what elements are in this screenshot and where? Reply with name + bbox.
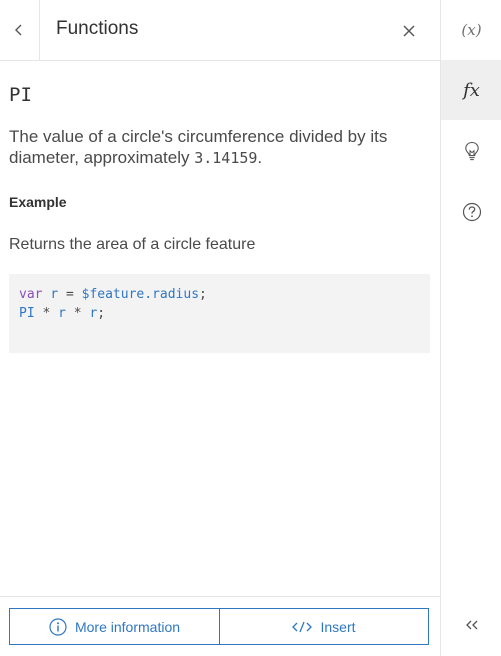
collapse-button[interactable]: [441, 610, 501, 640]
function-description: The value of a circle's circumference di…: [9, 126, 429, 169]
code-example: var r = $feature.radius; PI * r * r;: [9, 274, 430, 353]
rail-variables[interactable]: (x): [441, 0, 501, 60]
panel-header: Functions: [0, 0, 440, 61]
code-icon: [292, 621, 313, 632]
function-name: PI: [9, 84, 32, 106]
chevrons-left-icon: [465, 620, 477, 630]
description-suffix: .: [257, 148, 263, 167]
back-button[interactable]: [0, 0, 38, 60]
insert-button[interactable]: Insert: [219, 608, 429, 645]
code-operator: *: [73, 306, 82, 321]
panel-title: Functions: [56, 18, 139, 39]
code-end: ;: [199, 287, 207, 302]
header-divider: [39, 0, 40, 60]
more-information-button[interactable]: More information: [9, 608, 220, 645]
insert-label: Insert: [320, 618, 356, 635]
close-button[interactable]: [396, 18, 422, 44]
info-icon: [49, 617, 67, 636]
code-variable: r: [58, 306, 66, 321]
code-variable: r: [50, 287, 59, 302]
more-information-label: More information: [74, 618, 181, 635]
rail-suggestions[interactable]: [441, 135, 501, 169]
code-line-2: PI * r * r;: [19, 306, 105, 321]
chevron-left-icon: [15, 24, 22, 36]
code-operator: =: [65, 287, 74, 302]
close-icon: [403, 25, 415, 37]
code-function: PI: [19, 306, 35, 321]
rail-help[interactable]: [441, 195, 501, 229]
code-keyword: var: [19, 287, 43, 302]
code-value: $feature.radius: [81, 287, 200, 302]
question-icon: [462, 202, 481, 222]
example-description: Returns the area of a circle feature: [9, 236, 256, 253]
side-rail: (x) fx: [440, 0, 501, 656]
functions-panel: Functions PI The value of a circle's cir…: [0, 0, 440, 656]
code-operator: *: [42, 306, 51, 321]
example-heading: Example: [9, 194, 67, 210]
footer-divider: [0, 596, 440, 597]
code-end: ;: [97, 306, 106, 321]
description-value: 3.14159: [194, 149, 258, 167]
rail-functions[interactable]: fx: [441, 60, 501, 120]
lightbulb-icon: [464, 141, 479, 161]
code-line-1: var r = $feature.radius;: [19, 287, 207, 302]
